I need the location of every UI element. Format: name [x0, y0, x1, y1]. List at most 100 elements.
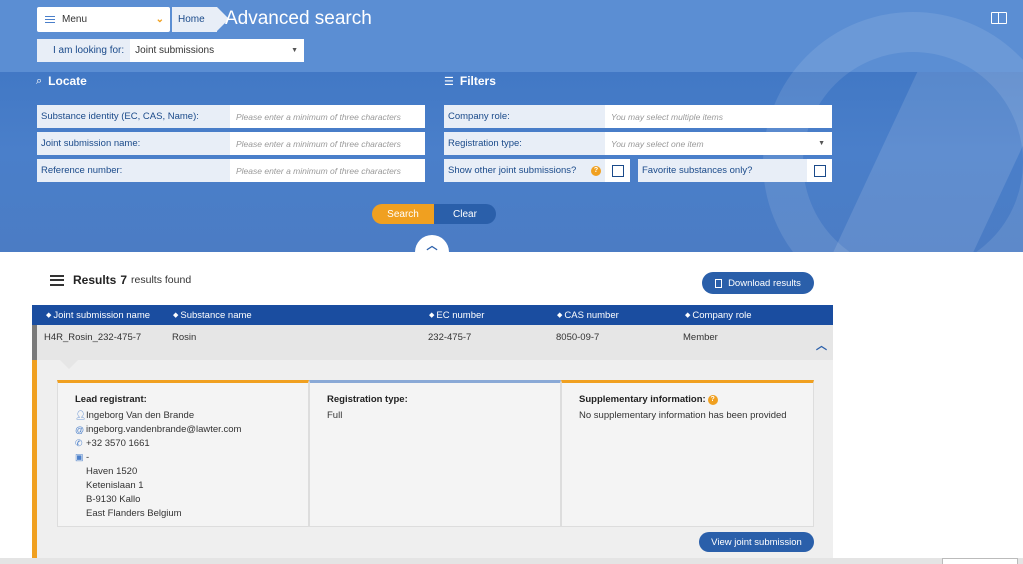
- show-other-label: Show other joint submissions?: [448, 165, 577, 176]
- phone-icon: ✆: [75, 438, 83, 448]
- locate-heading: ⌕ Locate: [36, 74, 87, 88]
- book-icon[interactable]: [991, 12, 1007, 24]
- show-other-checkbox[interactable]: [611, 164, 624, 177]
- sort-icon: ◆: [557, 312, 563, 319]
- locate-heading-label: Locate: [48, 74, 87, 88]
- registration-type-heading: Registration type:: [327, 394, 408, 405]
- supplementary-heading: Supplementary information:: [579, 394, 706, 405]
- chevron-down-icon: ⌄: [155, 14, 164, 25]
- joint-submission-name-input[interactable]: Please enter a minimum of three characte…: [230, 132, 425, 155]
- filter-icon: ☰: [444, 75, 454, 88]
- menu-button[interactable]: Menu ⌄: [37, 7, 170, 32]
- column-header-company-role[interactable]: ◆ Company role: [685, 305, 752, 325]
- cell-company-role: Member: [683, 332, 718, 343]
- column-header-ec-number[interactable]: ◆ EC number: [429, 305, 484, 325]
- results-found-text: results found: [131, 274, 192, 286]
- registration-type-select[interactable]: You may select one item ▼: [605, 132, 832, 155]
- cell-joint-submission-name: H4R_Rosin_232-475-7: [44, 332, 142, 343]
- registrant-phone-line: ✆ +32 3570 1661: [75, 438, 308, 449]
- registrant-org: -: [86, 452, 90, 463]
- registrant-email[interactable]: ingeborg.vandenbrande@lawter.com: [86, 424, 241, 435]
- hamburger-icon: [45, 16, 55, 23]
- registration-type-value: Full: [327, 410, 343, 421]
- page-title: Advanced search: [225, 8, 372, 29]
- address-line: Haven 1520: [86, 466, 138, 477]
- search-icon: ⌕: [36, 74, 43, 87]
- chevron-up-icon: ︿: [426, 240, 438, 252]
- substance-identity-field: Substance identity (EC, CAS, Name): Plea…: [37, 105, 425, 128]
- collapse-search-button[interactable]: ︿: [415, 235, 449, 252]
- sort-icon: ◆: [429, 312, 435, 319]
- supplementary-value: No supplementary information has been pr…: [579, 410, 787, 421]
- at-icon: @: [75, 424, 85, 435]
- column-label: Substance name: [180, 309, 252, 321]
- address-line: B-9130 Kallo: [86, 494, 141, 505]
- sort-icon: ◆: [46, 312, 52, 319]
- view-joint-submission-button[interactable]: View joint submission: [699, 532, 814, 552]
- briefcase-icon: ▣: [75, 452, 84, 462]
- document-icon: [715, 278, 723, 288]
- supplementary-heading-row: Supplementary information: ?: [579, 394, 813, 405]
- show-other-label-box: Show other joint submissions? ?: [444, 159, 605, 182]
- search-panel: Menu ⌄ Home Advanced search I am looking…: [0, 0, 1023, 252]
- help-icon[interactable]: ?: [591, 165, 601, 176]
- reference-number-field: Reference number: Please enter a minimum…: [37, 159, 425, 182]
- footer-strip: [0, 558, 1023, 564]
- substance-identity-label: Substance identity (EC, CAS, Name):: [37, 105, 230, 128]
- reference-number-input[interactable]: Please enter a minimum of three characte…: [230, 159, 425, 182]
- column-header-joint-submission-name[interactable]: ◆ Joint submission name: [46, 305, 150, 325]
- joint-submission-name-label: Joint submission name:: [37, 132, 230, 155]
- column-header-cas-number[interactable]: ◆ CAS number: [557, 305, 619, 325]
- cell-substance-name: Rosin: [172, 332, 197, 343]
- lead-registrant-heading: Lead registrant:: [75, 394, 147, 405]
- favorite-checkbox[interactable]: [813, 164, 826, 177]
- results-header: Results 7 results found: [50, 273, 191, 287]
- person-icon: 👤︎: [75, 410, 87, 420]
- cell-cas-number: 8050-09-7: [556, 332, 600, 343]
- address-line: Ketenislaan 1: [86, 480, 144, 491]
- column-label: EC number: [436, 309, 485, 321]
- substance-identity-input[interactable]: Please enter a minimum of three characte…: [230, 105, 425, 128]
- clear-button[interactable]: Clear: [434, 204, 496, 224]
- registration-type-label: Registration type:: [444, 132, 605, 155]
- registrant-name-line: 👤︎ Ingeborg Van den Brande: [75, 410, 308, 421]
- registrant-name: Ingeborg Van den Brande: [86, 410, 195, 421]
- results-count: 7: [120, 273, 128, 287]
- supplementary-card: Supplementary information: ? No suppleme…: [561, 380, 814, 527]
- download-results-label: Download results: [728, 277, 801, 289]
- column-header-substance-name[interactable]: ◆ Substance name: [173, 305, 252, 325]
- show-other-field: Show other joint submissions? ?: [444, 159, 630, 182]
- company-role-select[interactable]: You may select multiple items: [605, 105, 832, 128]
- cell-ec-number: 232-475-7: [428, 332, 472, 343]
- chevron-up-icon[interactable]: ︿: [816, 337, 827, 353]
- sort-icon: ◆: [685, 312, 691, 319]
- favorite-field: Favorite substances only?: [638, 159, 832, 182]
- results-title: Results: [73, 273, 117, 287]
- download-results-button[interactable]: Download results: [702, 272, 814, 294]
- menu-label: Menu: [62, 14, 88, 25]
- filters-heading: ☰ Filters: [444, 74, 496, 88]
- breadcrumb-home[interactable]: Home: [172, 7, 229, 32]
- help-icon[interactable]: ?: [707, 394, 718, 405]
- looking-for-label: I am looking for:: [37, 39, 131, 62]
- search-button[interactable]: Search: [372, 204, 434, 224]
- looking-for-value: Joint submissions: [135, 45, 215, 56]
- column-label: Joint submission name: [53, 309, 151, 321]
- detail-notch: [60, 360, 78, 369]
- reference-number-label: Reference number:: [37, 159, 230, 182]
- dropdown-arrow-icon: ▼: [291, 47, 298, 54]
- joint-submission-name-field: Joint submission name: Please enter a mi…: [37, 132, 425, 155]
- dropdown-arrow-icon: ▼: [818, 140, 825, 147]
- lead-registrant-card: Lead registrant: 👤︎ Ingeborg Van den Bra…: [57, 380, 309, 527]
- column-label: CAS number: [564, 309, 619, 321]
- looking-for-select[interactable]: I am looking for: Joint submissions ▼: [37, 39, 304, 62]
- company-role-label: Company role:: [444, 105, 605, 128]
- column-label: Company role: [692, 309, 752, 321]
- registration-type-field: Registration type: You may select one it…: [444, 132, 832, 155]
- registrant-phone: +32 3570 1661: [86, 438, 150, 449]
- registrant-address: Haven 1520 Ketenislaan 1 B-9130 Kallo Ea…: [75, 465, 308, 521]
- favorite-label: Favorite substances only?: [638, 159, 807, 182]
- footer-tab: [942, 558, 1018, 564]
- filters-heading-label: Filters: [459, 74, 496, 88]
- list-icon: [50, 274, 64, 286]
